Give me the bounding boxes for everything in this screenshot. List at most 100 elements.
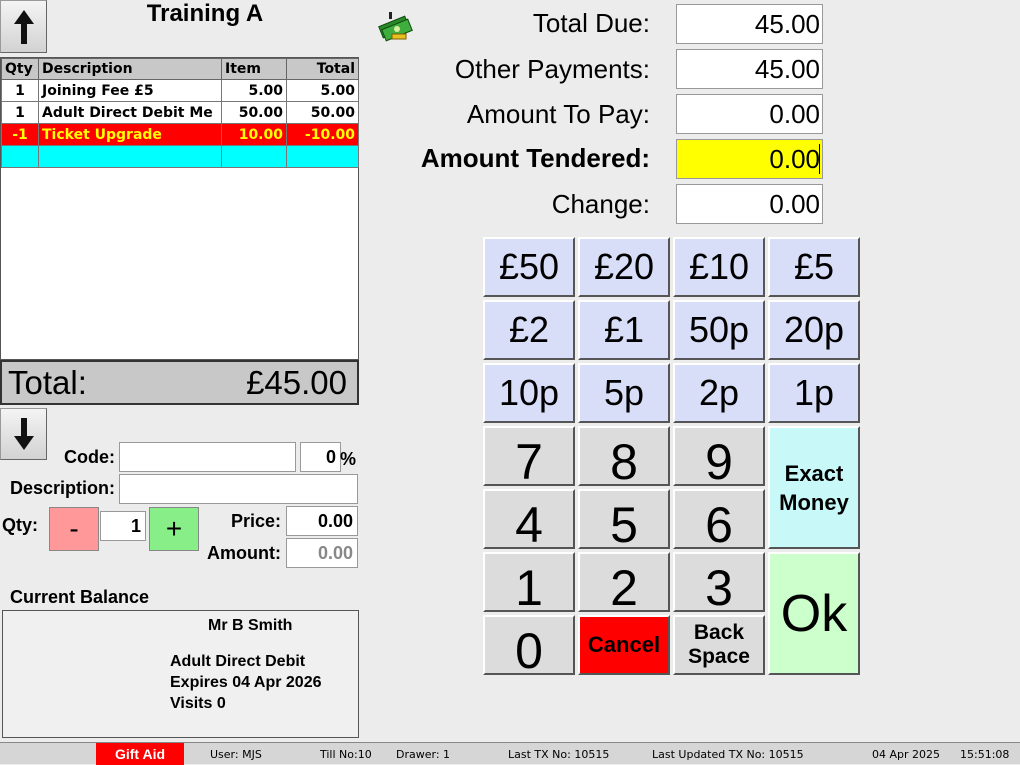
row-total: -10.00 [286, 123, 359, 146]
description-label: Description: [9, 478, 115, 498]
table-row[interactable]: 1 Joining Fee £5 5.00 5.00 [1, 79, 359, 102]
row-qty: 1 [1, 101, 39, 124]
total-due-field: 45.00 [676, 4, 823, 44]
amount-label: Amount: [207, 543, 281, 563]
exact-line1: Exact [784, 460, 844, 486]
membership-expiry: Expires 04 Apr 2026 [170, 674, 322, 691]
cancel-button[interactable]: Cancel [578, 615, 670, 675]
price-field[interactable]: 0.00 [286, 506, 358, 536]
key-10-pence[interactable]: 10p [483, 363, 575, 423]
table-row-selected[interactable]: -1 Ticket Upgrade 10.00 -10.00 [1, 123, 359, 146]
backspace-line1: Back [693, 621, 745, 644]
row-total [286, 145, 359, 168]
total-due-label: Total Due: [532, 8, 650, 38]
total-value: £45.00 [246, 363, 347, 401]
other-payments-label: Other Payments: [454, 54, 650, 84]
description-field[interactable] [119, 474, 358, 504]
row-qty [1, 145, 39, 168]
row-description: Adult Direct Debit Me [38, 101, 222, 124]
row-total: 50.00 [286, 101, 359, 124]
current-balance-heading: Current Balance [10, 587, 150, 607]
qty-increase-button[interactable]: + [149, 507, 199, 551]
qty-label: Qty: [2, 515, 38, 535]
column-item: Item [221, 58, 287, 80]
exact-line2: Money [779, 489, 849, 515]
change-label: Change: [551, 189, 650, 219]
key-2-pounds[interactable]: £2 [483, 300, 575, 360]
row-description: Ticket Upgrade [38, 123, 222, 146]
amount-to-pay-field: 0.00 [676, 94, 823, 134]
table-row[interactable]: 1 Adult Direct Debit Me 50.00 50.00 [1, 101, 359, 124]
amount-tendered-value: 0.00 [769, 144, 820, 174]
key-5[interactable]: 5 [578, 489, 670, 553]
change-field: 0.00 [676, 184, 823, 224]
qty-field[interactable]: 1 [100, 511, 146, 541]
status-last-tx: Last TX No: 10515 [508, 748, 610, 761]
key-3[interactable]: 3 [673, 552, 765, 616]
status-bar: Gift Aid User: MJS Till No:10 Drawer: 1 … [0, 742, 1020, 765]
qty-decrease-button[interactable]: - [49, 507, 99, 551]
basket-total-bar: Total: £45.00 [0, 360, 359, 405]
key-2[interactable]: 2 [578, 552, 670, 616]
amount-tendered-field[interactable]: 0.00 [676, 139, 823, 179]
price-label: Price: [230, 511, 281, 531]
basket-table: Qty Description Item Total 1 Joining Fee… [0, 57, 359, 360]
row-qty: -1 [1, 123, 39, 146]
key-1-penny[interactable]: 1p [768, 363, 860, 423]
scroll-up-button[interactable] [0, 0, 47, 53]
key-8[interactable]: 8 [578, 426, 670, 490]
status-time: 15:51:08 [960, 748, 1010, 761]
key-9[interactable]: 9 [673, 426, 765, 490]
key-20-pounds[interactable]: £20 [578, 237, 670, 297]
key-20-pence[interactable]: 20p [768, 300, 860, 360]
page-title: Training A [146, 0, 264, 27]
text-cursor [819, 144, 820, 174]
total-label: Total: [8, 363, 87, 401]
backspace-button[interactable]: Back Space [673, 615, 765, 675]
ok-button[interactable]: Ok [768, 552, 860, 675]
membership-visits: Visits 0 [170, 695, 226, 712]
membership-type: Adult Direct Debit [170, 653, 306, 670]
amount-tendered-label: Amount Tendered: [420, 143, 650, 173]
key-1[interactable]: 1 [483, 552, 575, 616]
column-qty: Qty [1, 58, 39, 80]
code-field[interactable] [119, 442, 296, 472]
row-total: 5.00 [286, 79, 359, 102]
row-item [221, 145, 287, 168]
status-drawer: Drawer: 1 [396, 748, 451, 761]
customer-name: Mr B Smith [208, 617, 293, 634]
status-date: 04 Apr 2025 [872, 748, 941, 761]
column-description: Description [38, 58, 222, 80]
key-7[interactable]: 7 [483, 426, 575, 490]
key-0[interactable]: 0 [483, 615, 575, 679]
arrow-up-icon [13, 9, 34, 44]
key-50-pounds[interactable]: £50 [483, 237, 575, 297]
key-50-pence[interactable]: 50p [673, 300, 765, 360]
column-total: Total [286, 58, 359, 80]
amount-to-pay-label: Amount To Pay: [466, 99, 650, 129]
status-till: Till No:10 [320, 748, 372, 761]
percent-sign: % [340, 449, 357, 469]
code-label: Code: [64, 447, 115, 467]
other-payments-field: 45.00 [676, 49, 823, 89]
status-last-updated-tx: Last Updated TX No: 10515 [652, 748, 804, 761]
key-6[interactable]: 6 [673, 489, 765, 553]
key-5-pounds[interactable]: £5 [768, 237, 860, 297]
gift-aid-button[interactable]: Gift Aid [96, 743, 184, 765]
exact-money-button[interactable]: Exact Money [768, 426, 860, 549]
table-row-new[interactable] [1, 145, 359, 168]
key-1-pound[interactable]: £1 [578, 300, 670, 360]
key-2-pence[interactable]: 2p [673, 363, 765, 423]
row-description: Joining Fee £5 [38, 79, 222, 102]
key-4[interactable]: 4 [483, 489, 575, 553]
key-5-pence[interactable]: 5p [578, 363, 670, 423]
status-user: User: MJS [210, 748, 262, 761]
backspace-line2: Space [688, 645, 750, 668]
current-balance-panel: Mr B Smith Adult Direct Debit Expires 04… [2, 610, 359, 738]
discount-percent-field[interactable]: 0 [300, 442, 341, 472]
key-10-pounds[interactable]: £10 [673, 237, 765, 297]
amount-field: 0.00 [286, 538, 358, 568]
row-item: 10.00 [221, 123, 287, 146]
row-qty: 1 [1, 79, 39, 102]
row-item: 50.00 [221, 101, 287, 124]
